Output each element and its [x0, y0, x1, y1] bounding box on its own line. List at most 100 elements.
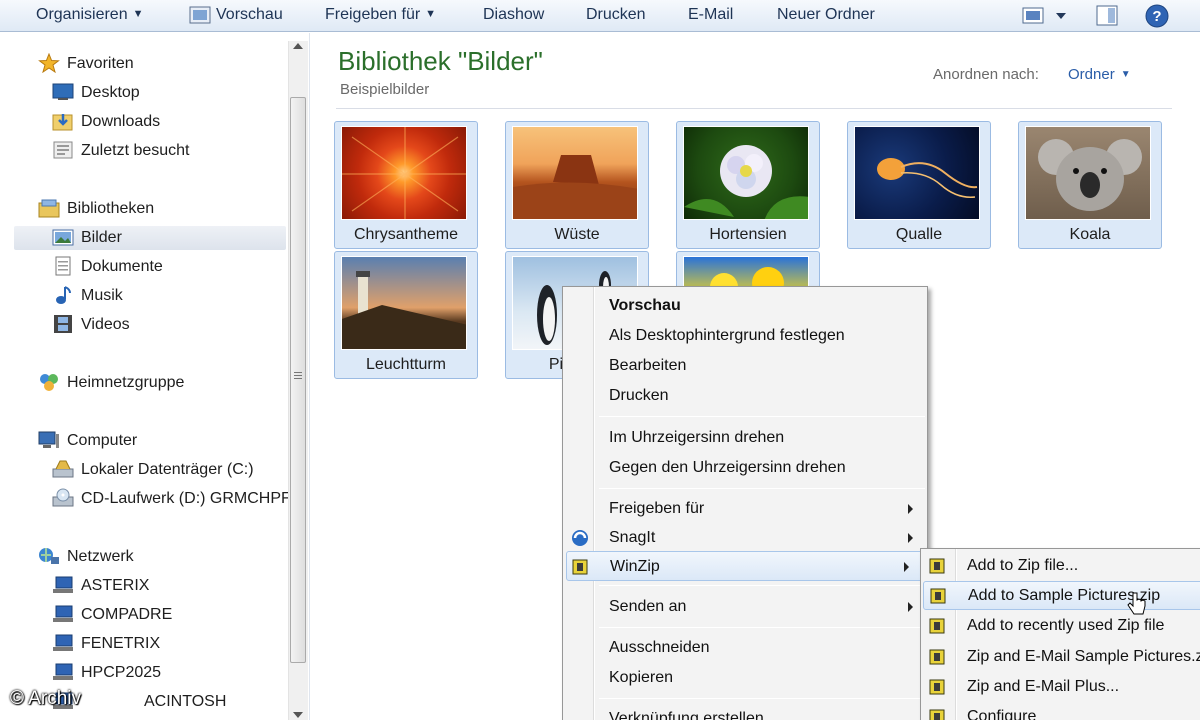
homegroup-icon: [38, 372, 60, 392]
image-caption: Leuchtturm: [365, 356, 447, 373]
menu-item-configure[interactable]: Configure: [921, 703, 1200, 720]
submenu-arrow-icon: [908, 504, 913, 514]
libraries-icon: [38, 198, 60, 218]
submenu-arrow-icon: [908, 533, 913, 543]
share-button[interactable]: Freigeben für ▼: [325, 6, 436, 24]
network-icon: [38, 546, 60, 566]
winzip-icon: [929, 586, 949, 606]
mouse-cursor-icon: [1126, 592, 1148, 623]
menu-item-snagit[interactable]: SnagIt: [563, 524, 927, 552]
music-note-icon: [52, 285, 74, 305]
menu-item-edit[interactable]: Bearbeiten: [563, 352, 927, 380]
menu-item-print[interactable]: Drucken: [563, 382, 927, 410]
image-tile-chrysantheme[interactable]: Chrysantheme: [334, 121, 478, 249]
image-thumbnail: [341, 126, 467, 220]
header-divider: [336, 108, 1172, 109]
menu-item-zip-and-email-plus[interactable]: Zip and E-Mail Plus...: [921, 673, 1200, 701]
organize-button[interactable]: Organisieren ▼: [36, 6, 144, 24]
scroll-down-arrow-icon[interactable]: [293, 712, 303, 718]
hard-drive-icon: [52, 459, 74, 479]
image-thumbnail: [341, 256, 467, 350]
winzip-icon: [928, 556, 948, 576]
context-menu: Vorschau Als Desktophintergrund festlege…: [562, 286, 928, 720]
image-caption: Qualle: [895, 226, 943, 243]
view-options-icon[interactable]: [1022, 7, 1072, 30]
library-subtitle: Beispielbilder: [340, 81, 430, 98]
menu-separator: [599, 585, 925, 586]
image-thumbnail: [512, 126, 638, 220]
menu-item-zip-and-email[interactable]: Zip and E-Mail Sample Pictures.z: [921, 643, 1200, 671]
image-caption: Koala: [1069, 226, 1111, 243]
arrange-by-dropdown[interactable]: Ordner ▼: [1068, 66, 1131, 83]
menu-item-add-to-zip[interactable]: Add to Zip file...: [921, 552, 1200, 580]
recent-places-icon: [52, 140, 74, 160]
network-computer-icon: [52, 633, 74, 653]
cd-drive-icon: [52, 488, 74, 508]
network-computer-icon: [52, 604, 74, 624]
archive-watermark: © Archiv: [10, 688, 82, 709]
winzip-icon: [928, 647, 948, 667]
network-computer-icon: [52, 662, 74, 682]
arrange-by-label: Anordnen nach:: [933, 66, 1039, 83]
winzip-icon: [928, 616, 948, 636]
submenu-arrow-icon: [904, 562, 909, 572]
menu-item-winzip[interactable]: WinZip: [566, 551, 924, 581]
downloads-folder-icon: [52, 111, 74, 131]
image-caption: Hortensien: [709, 226, 787, 243]
image-thumbnail: [1025, 126, 1151, 220]
navigation-pane: Favoriten Desktop Downloads Zuletzt besu…: [0, 33, 310, 720]
nav-pictures[interactable]: Bilder: [14, 226, 286, 250]
preview-icon: [189, 5, 211, 30]
image-caption: Wüste: [554, 226, 600, 243]
menu-item-preview[interactable]: Vorschau: [563, 292, 927, 320]
star-icon: [38, 52, 60, 74]
menu-item-add-to-recent-zip[interactable]: Add to recently used Zip file: [921, 612, 1200, 640]
computer-icon: [38, 430, 60, 450]
image-caption: Chrysantheme: [353, 226, 459, 243]
winzip-submenu: Add to Zip file... Add to Sample Picture…: [920, 548, 1200, 720]
menu-item-send-to[interactable]: Senden an: [563, 593, 927, 621]
menu-item-create-shortcut[interactable]: Verknüpfung erstellen: [563, 705, 927, 720]
film-strip-icon: [52, 314, 74, 334]
image-tile-leuchtturm[interactable]: Leuchtturm: [334, 251, 478, 379]
svg-text:?: ?: [1152, 8, 1161, 25]
menu-separator: [599, 627, 925, 628]
email-button[interactable]: E-Mail: [688, 6, 733, 24]
menu-item-set-desktop-background[interactable]: Als Desktophintergrund festlegen: [563, 322, 927, 350]
menu-separator: [599, 416, 925, 417]
preview-pane-icon[interactable]: [1096, 5, 1118, 32]
menu-item-rotate-clockwise[interactable]: Im Uhrzeigersinn drehen: [563, 424, 927, 452]
command-bar: Organisieren ▼ Vorschau Freigeben für ▼ Di…: [0, 0, 1200, 32]
image-thumbnail: [854, 126, 980, 220]
submenu-arrow-icon: [908, 602, 913, 612]
library-title: Bibliothek "Bilder": [338, 46, 543, 76]
nav-scrollbar-thumb[interactable]: [290, 97, 306, 663]
image-tile-wueste[interactable]: Wüste: [505, 121, 649, 249]
menu-item-copy[interactable]: Kopieren: [563, 664, 927, 692]
menu-separator: [599, 488, 925, 489]
menu-item-add-to-sample-pictures-zip[interactable]: Add to Sample Pictures.zip: [923, 581, 1200, 610]
winzip-icon: [928, 677, 948, 697]
new-folder-button[interactable]: Neuer Ordner: [777, 6, 875, 24]
image-tile-koala[interactable]: Koala: [1018, 121, 1162, 249]
desktop-icon: [52, 82, 74, 102]
slideshow-button[interactable]: Diashow: [483, 6, 544, 24]
image-tile-hortensien[interactable]: Hortensien: [676, 121, 820, 249]
preview-button[interactable]: Vorschau: [216, 6, 283, 24]
winzip-icon: [928, 707, 948, 720]
print-button[interactable]: Drucken: [586, 6, 646, 24]
menu-item-cut[interactable]: Ausschneiden: [563, 634, 927, 662]
documents-icon: [52, 256, 74, 276]
network-computer-icon: [52, 575, 74, 595]
menu-item-rotate-counterclockwise[interactable]: Gegen den Uhrzeigersinn drehen: [563, 454, 927, 482]
menu-separator: [599, 698, 925, 699]
image-thumbnail: [683, 126, 809, 220]
image-tile-qualle[interactable]: Qualle: [847, 121, 991, 249]
pictures-library-icon: [52, 227, 74, 247]
help-icon[interactable]: ?: [1145, 4, 1169, 33]
snagit-icon: [570, 528, 590, 548]
menu-item-share[interactable]: Freigeben für: [563, 495, 927, 523]
scroll-up-arrow-icon[interactable]: [293, 43, 303, 49]
winzip-icon: [571, 557, 591, 577]
grip-icon: [294, 372, 302, 379]
